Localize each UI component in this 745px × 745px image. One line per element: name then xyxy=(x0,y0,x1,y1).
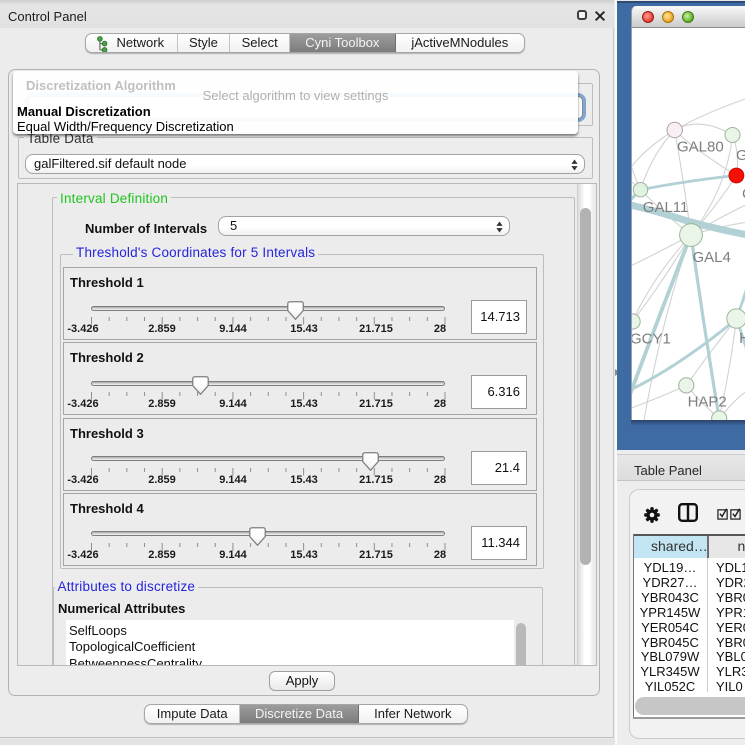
svg-text:GAL4: GAL4 xyxy=(693,249,731,266)
svg-text:GA: GA xyxy=(736,147,745,164)
svg-text:GCY1: GCY1 xyxy=(632,331,671,348)
svg-text:GAL11: GAL11 xyxy=(643,199,689,216)
svg-text:H: H xyxy=(739,330,745,347)
svg-text:HAP2: HAP2 xyxy=(688,394,727,411)
svg-text:GAL80: GAL80 xyxy=(677,139,724,156)
